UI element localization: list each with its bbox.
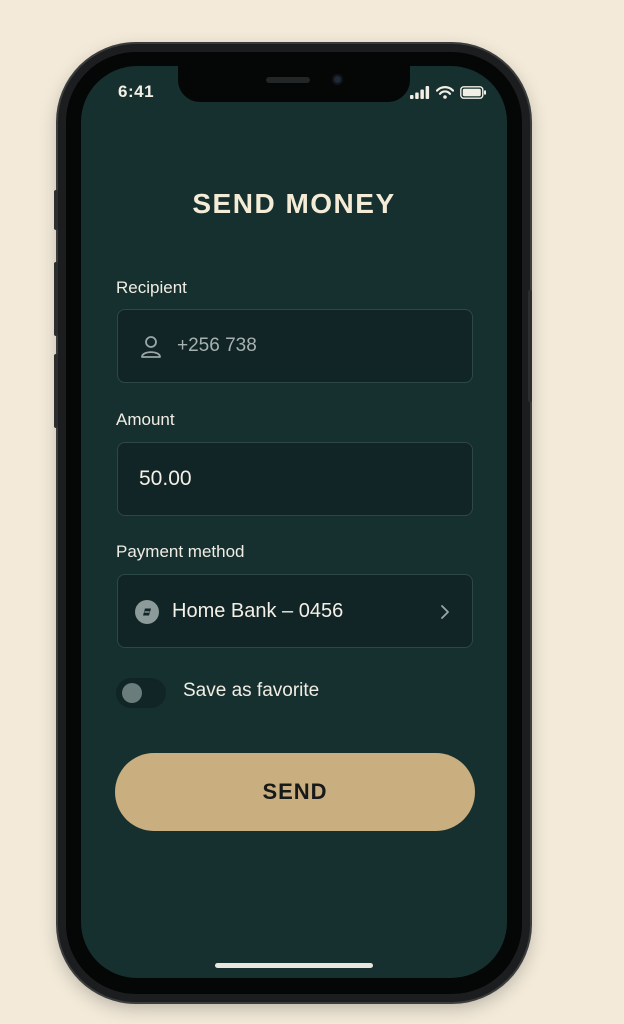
- mute-switch: [54, 190, 58, 230]
- notch: [178, 66, 410, 102]
- volume-down-button: [54, 354, 58, 428]
- front-camera-icon: [332, 74, 343, 85]
- status-time: 6:41: [118, 82, 155, 101]
- phone-screen: 6:41 SEND MONEY Recipient +256 738 Amoun…: [81, 66, 507, 978]
- status-icons: [410, 86, 487, 99]
- speaker-grille: [266, 77, 310, 83]
- cellular-signal-icon: [410, 86, 430, 99]
- payment-method-label: Payment method: [116, 542, 245, 561]
- page-title: SEND MONEY: [192, 188, 396, 219]
- amount-input[interactable]: 50.00: [139, 443, 192, 515]
- save-favorite-label: Save as favorite: [183, 680, 320, 701]
- toggle-knob: [122, 683, 142, 703]
- battery-icon: [460, 86, 486, 99]
- chevron-right-icon: [441, 605, 449, 619]
- payment-method-value: Home Bank – 0456: [172, 600, 344, 622]
- wifi-icon: [436, 86, 454, 99]
- person-icon: [141, 336, 161, 358]
- power-button: [528, 290, 532, 402]
- recipient-field[interactable]: +256 738: [117, 309, 473, 383]
- bank-icon: [135, 600, 159, 624]
- payment-method-select[interactable]: Home Bank – 0456: [117, 574, 473, 648]
- volume-up-button: [54, 262, 58, 336]
- amount-field[interactable]: 50.00: [117, 442, 473, 516]
- home-indicator[interactable]: [215, 963, 373, 968]
- send-button[interactable]: SEND: [115, 753, 475, 831]
- recipient-label: Recipient: [116, 278, 187, 297]
- amount-label: Amount: [116, 410, 175, 429]
- save-favorite-toggle[interactable]: [116, 678, 166, 708]
- recipient-input[interactable]: +256 738: [177, 310, 257, 382]
